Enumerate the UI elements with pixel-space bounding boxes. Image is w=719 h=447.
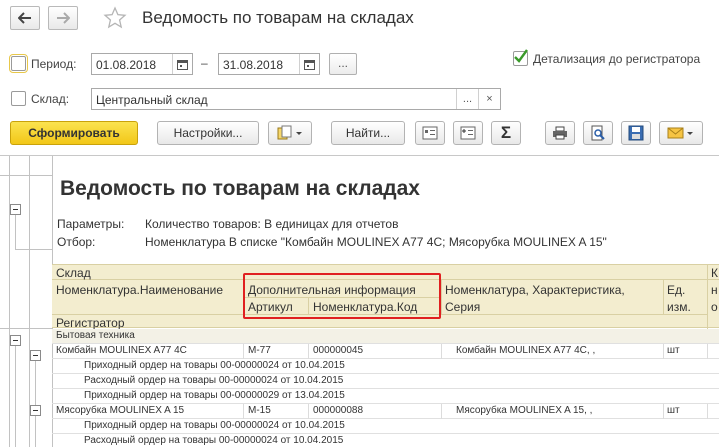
collapse-groups-button[interactable]: [415, 121, 445, 145]
find-button[interactable]: Найти...: [331, 121, 405, 145]
envelope-icon: [667, 127, 693, 139]
calendar-icon[interactable]: [172, 54, 192, 74]
table-row-doc[interactable]: Расходный ордер на товары 00-00000024 от…: [52, 374, 719, 389]
warehouse-checkbox[interactable]: [11, 91, 26, 106]
report-outline-gutter: [0, 156, 53, 447]
header-series: Серия: [445, 300, 481, 314]
title-bar: Ведомость по товарам на складах: [0, 0, 719, 40]
row-name: Расходный ордер на товары 00-00000024 от…: [84, 375, 344, 386]
table-row-item[interactable]: Комбайн MOULINEX A77 4C M-77 000000045 К…: [52, 344, 719, 359]
period-dash: –: [201, 56, 208, 70]
print-button[interactable]: [545, 121, 575, 145]
row-name: Приходный ордер на товары 00-00000029 от…: [84, 390, 345, 401]
period-select-button[interactable]: ...: [329, 53, 357, 75]
variants-dropdown-button[interactable]: [268, 121, 312, 145]
report-variant-icon: [277, 125, 302, 140]
groups-expand-icon: [460, 126, 476, 140]
header-unit-1: Ед.: [667, 283, 686, 297]
row-name: Приходный ордер на товары 00-00000024 от…: [84, 420, 345, 431]
table-row-item[interactable]: Мясорубка MOULINEX A 15 M-15 000000088 М…: [52, 404, 719, 419]
row-char: Мясорубка MOULINEX A 15, ,: [456, 405, 593, 416]
row-article: M-77: [248, 345, 271, 356]
sum-button[interactable]: Σ: [491, 121, 521, 145]
back-button[interactable]: [10, 6, 40, 30]
table-row-group[interactable]: Бытовая техника: [52, 329, 719, 344]
warehouse-value: Центральный склад: [96, 93, 208, 107]
row-code: 000000088: [313, 405, 364, 416]
period-to-field[interactable]: 31.08.2018: [218, 53, 320, 75]
save-button[interactable]: [621, 121, 651, 145]
expand-groups-button[interactable]: [453, 121, 483, 145]
header-unit-2: изм.: [667, 300, 691, 314]
collapse-item-icon[interactable]: [30, 405, 41, 416]
arrow-left-icon: [18, 12, 31, 24]
header-item-char: Номенклатура, Характеристика,: [445, 283, 625, 297]
highlight-frame: [243, 273, 441, 319]
table-row-doc[interactable]: Расходный ордер на товары 00-00000024 от…: [52, 434, 719, 447]
header-registrar: Регистратор: [56, 316, 125, 330]
period-to-value: 31.08.2018: [223, 58, 284, 72]
row-unit: шт: [667, 405, 680, 416]
forward-button[interactable]: [48, 6, 78, 30]
preview-button[interactable]: [583, 121, 613, 145]
detail-label: Детализация до регистратора: [533, 52, 701, 66]
params-value: Количество товаров: В единицах для отчет…: [145, 217, 399, 231]
warehouse-label: Склад:: [31, 92, 70, 106]
warehouse-clear-button[interactable]: ×: [478, 89, 500, 109]
collapse-item-icon[interactable]: [30, 350, 41, 361]
check-icon: [514, 49, 528, 63]
collapse-header-icon[interactable]: [10, 204, 21, 215]
report-title: Ведомость по товарам на складах: [60, 177, 420, 200]
collapse-group-icon[interactable]: [10, 335, 21, 346]
header-col-n: н: [711, 283, 718, 297]
row-name: Приходный ордер на товары 00-00000024 от…: [84, 360, 345, 371]
settings-button[interactable]: Настройки...: [157, 121, 259, 145]
filter-value: Номенклатура В списке "Комбайн MOULINEX …: [145, 235, 607, 249]
filter-label: Отбор:: [57, 235, 96, 249]
row-unit: шт: [667, 345, 680, 356]
period-label: Период:: [31, 57, 77, 71]
row-char: Комбайн MOULINEX A77 4C, ,: [456, 345, 596, 356]
printer-icon: [553, 126, 567, 140]
row-code: 000000045: [313, 345, 364, 356]
groups-icon: [422, 126, 438, 140]
send-dropdown-button[interactable]: [659, 121, 703, 145]
warehouse-field[interactable]: Центральный склад ... ×: [91, 88, 501, 110]
params-label: Параметры:: [57, 217, 125, 231]
arrow-right-icon: [57, 12, 70, 24]
table-row-doc[interactable]: Приходный ордер на товары 00-00000029 от…: [52, 389, 719, 404]
period-checkbox[interactable]: [9, 54, 28, 73]
floppy-disk-icon: [628, 125, 644, 141]
calendar-icon[interactable]: [299, 54, 319, 74]
print-preview-icon: [591, 125, 605, 141]
header-col-k: К: [711, 266, 718, 280]
period-from-value: 01.08.2018: [96, 58, 157, 72]
header-item-name: Номенклатура.Наименование: [56, 283, 224, 297]
row-name: Мясорубка MOULINEX A 15: [56, 405, 185, 416]
row-article: M-15: [248, 405, 271, 416]
row-name: Комбайн MOULINEX A77 4C: [56, 345, 187, 356]
header-warehouse: Склад: [56, 266, 91, 280]
table-row-doc[interactable]: Приходный ордер на товары 00-00000024 от…: [52, 359, 719, 374]
window-title: Ведомость по товарам на складах: [142, 8, 414, 27]
table-row-doc[interactable]: Приходный ордер на товары 00-00000024 от…: [52, 419, 719, 434]
row-name: Расходный ордер на товары 00-00000024 от…: [84, 435, 344, 446]
detail-checkbox[interactable]: [513, 49, 528, 66]
favorite-star-icon[interactable]: [103, 6, 127, 30]
generate-button[interactable]: Сформировать: [10, 121, 138, 145]
row-name: Бытовая техника: [56, 330, 135, 341]
header-col-o: о: [711, 300, 718, 314]
period-from-field[interactable]: 01.08.2018: [91, 53, 193, 75]
warehouse-select-button[interactable]: ...: [456, 89, 478, 109]
